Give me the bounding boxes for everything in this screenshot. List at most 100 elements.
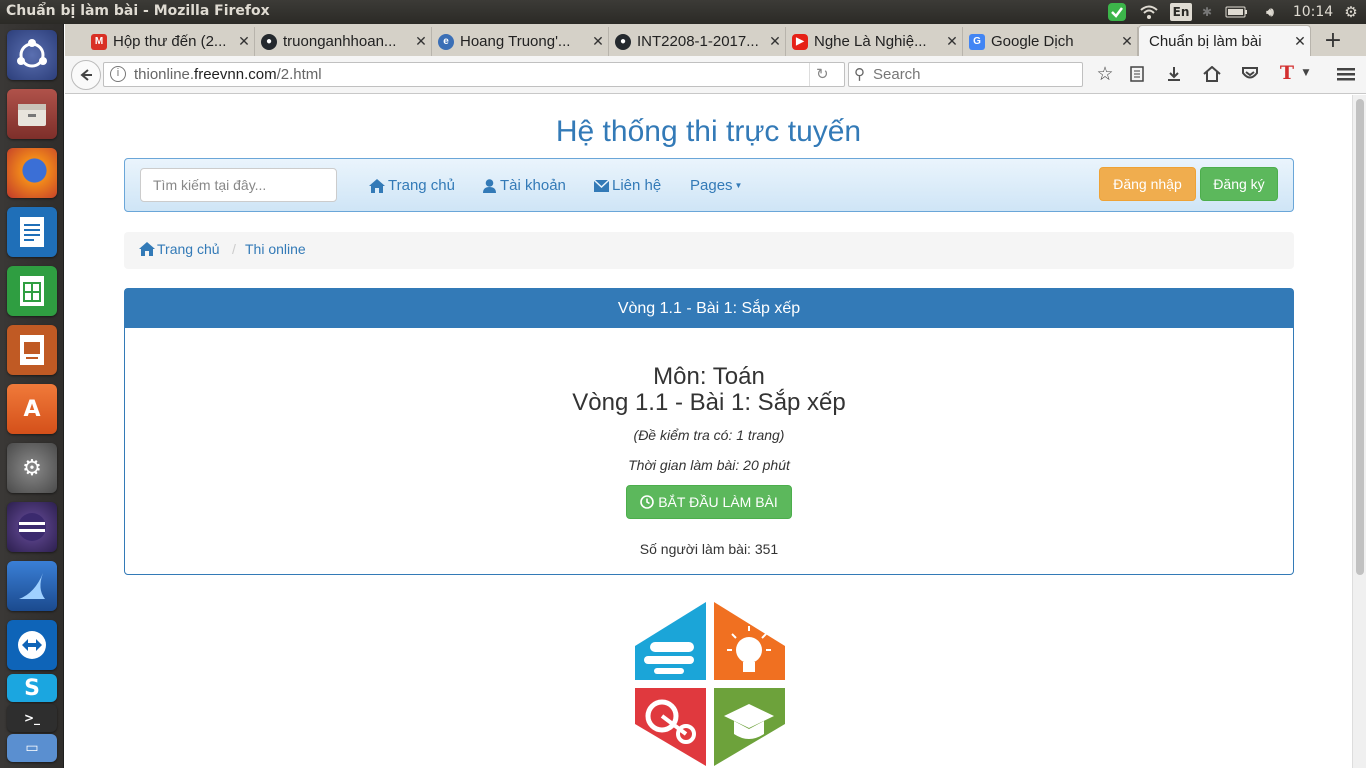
reload-icon[interactable]: ↻ [816,65,829,83]
breadcrumb: Trang chủ / Thi online [124,232,1294,269]
google-translate-icon: G [969,33,985,50]
gmail-icon: M [91,33,107,50]
new-tab-button[interactable]: + [1321,28,1345,53]
site-search-input[interactable]: Tìm kiếm tại đây... [140,168,337,202]
terminal-icon[interactable]: >_ [7,704,57,732]
reading-list-icon[interactable] [1127,64,1147,84]
exam-duration: Thời gian làm bài: 20 phút [628,457,790,473]
exam-participants: Số người làm bài: 351 [639,541,779,557]
monitor-icon[interactable]: ▭ [7,734,57,762]
libreoffice-calc-icon[interactable] [7,266,57,316]
youtube-icon: ▶ [792,33,808,50]
downloads-icon[interactable] [1164,64,1184,84]
wifi-icon[interactable] [1138,3,1160,21]
clock[interactable]: 10:14 [1290,3,1336,21]
translate-extension-icon[interactable]: T [1277,62,1297,84]
home-icon [369,178,385,193]
pocket-icon[interactable] [1240,64,1260,84]
exam-panel-title: Vòng 1.1 - Bài 1: Sắp xếp [125,289,1293,328]
close-tab-icon[interactable]: ✕ [588,33,608,50]
url-path: /2.html [276,66,322,83]
extension-dropdown-icon[interactable]: ▼ [1301,66,1311,80]
tab-blog[interactable]: e Hoang Truong'... ✕ [432,27,609,56]
tab-gmail[interactable]: M Hộp thư đến (2... ✕ [85,27,255,56]
skype-icon[interactable]: S [7,674,57,702]
clock-icon [640,495,655,509]
site-info-icon[interactable]: i [110,66,126,82]
nav-account-label: Tài khoản [500,177,566,194]
url-prefix: thionline. [134,66,195,83]
breadcrumb-current-link[interactable]: Thi online [245,241,306,257]
site-logo [635,602,785,766]
software-center-icon[interactable]: A [7,384,57,434]
back-button[interactable] [71,60,101,90]
nav-contact-link[interactable]: Liên hệ [594,177,661,194]
page-scrollbar[interactable] [1352,95,1366,768]
close-tab-icon[interactable]: ✕ [942,33,962,50]
bluetooth-icon[interactable]: ✱ [1198,3,1216,21]
sync-status-icon[interactable] [1106,3,1128,21]
tab-title: Hộp thư đến (2... [113,33,227,50]
nav-home-link[interactable]: Trang chủ [369,177,455,194]
tab-active[interactable]: Chuẩn bị làm bài ✕ [1138,25,1311,56]
github-icon: ● [615,33,631,50]
battery-icon[interactable] [1224,3,1250,21]
close-tab-icon[interactable]: ✕ [1117,33,1137,50]
envelope-icon [594,179,609,192]
breadcrumb-home-label: Trang chủ [157,241,220,257]
nav-home-label: Trang chủ [388,177,455,194]
scrollbar-thumb[interactable] [1356,99,1364,575]
tab-title: Hoang Truong'... [460,33,571,50]
tab-title: INT2208-1-2017... [637,33,759,50]
home-icon[interactable] [1202,64,1222,84]
start-exam-label: BẮT ĐẦU LÀM BÀI [658,494,778,510]
nav-pages-dropdown[interactable]: Pages ▼ [690,177,742,194]
home-icon [139,242,155,256]
tab-google-translate[interactable]: G Google Dịch ✕ [963,27,1138,56]
menu-icon[interactable] [1335,64,1357,84]
wireshark-icon[interactable] [7,561,57,611]
tab-bar: M Hộp thư đến (2... ✕ ● truonganhhoan...… [65,24,1366,56]
volume-icon[interactable]: 🔊︎ [1258,3,1282,21]
exam-panel: Vòng 1.1 - Bài 1: Sắp xếp Môn: Toán Vòng… [124,288,1294,575]
close-tab-icon[interactable]: ✕ [411,33,431,50]
tab-title: Chuẩn bị làm bài [1149,32,1262,50]
register-button[interactable]: Đăng ký [1200,167,1278,201]
eclipse-icon[interactable] [7,502,57,552]
exam-name: Vòng 1.1 - Bài 1: Sắp xếp [572,389,846,416]
window-title: Chuẩn bị làm bài - Mozilla Firefox [6,3,270,19]
keyboard-layout-indicator[interactable]: En [1170,3,1192,21]
breadcrumb-separator: / [232,241,236,257]
libreoffice-impress-icon[interactable] [7,325,57,375]
tab-github-profile[interactable]: ● truonganhhoan... ✕ [255,27,432,56]
close-tab-icon[interactable]: ✕ [765,33,785,50]
firefox-icon[interactable] [7,148,57,198]
start-exam-button[interactable]: BẮT ĐẦU LÀM BÀI [626,485,792,519]
tab-youtube[interactable]: ▶ Nghe Là Nghiệ... ✕ [786,27,963,56]
libreoffice-writer-icon[interactable] [7,207,57,257]
tab-github-repo[interactable]: ● INT2208-1-2017... ✕ [609,27,786,56]
site-navbar: Tìm kiếm tại đây... Trang chủ Tài khoản … [124,158,1294,212]
power-icon[interactable]: ⚙ [1340,3,1362,21]
exam-pages-note: (Đề kiểm tra có: 1 trang) [633,427,785,443]
bookmark-star-icon[interactable]: ☆ [1095,63,1115,85]
site-title[interactable]: Hệ thống thi trực tuyến [65,115,1352,149]
nav-account-link[interactable]: Tài khoản [483,177,566,194]
close-tab-icon[interactable]: ✕ [234,33,254,50]
files-icon[interactable] [7,89,57,139]
ubuntu-dash-icon[interactable] [7,30,57,80]
navigation-toolbar: i thionline.freevnn.com/2.html ↻ ⚲ Searc… [65,56,1366,94]
web-page: Hệ thống thi trực tuyến Tìm kiếm tại đây… [65,95,1352,768]
login-button[interactable]: Đăng nhập [1099,167,1196,201]
system-top-bar: Chuẩn bị làm bài - Mozilla Firefox En ✱ … [0,0,1366,24]
nav-contact-label: Liên hệ [612,177,662,194]
browser-search-box[interactable]: ⚲ Search [848,62,1083,87]
teamviewer-icon[interactable] [7,620,57,670]
system-settings-icon[interactable]: ⚙ [7,443,57,493]
url-bar[interactable]: i thionline.freevnn.com/2.html ↻ [103,62,845,87]
tab-title: Nghe Là Nghiệ... [814,33,927,50]
close-tab-icon[interactable]: ✕ [1290,33,1310,50]
launcher: A ⚙ S >_ ▭ [0,24,64,768]
exam-subject: Môn: Toán [653,363,765,390]
breadcrumb-home-link[interactable]: Trang chủ [139,241,220,257]
